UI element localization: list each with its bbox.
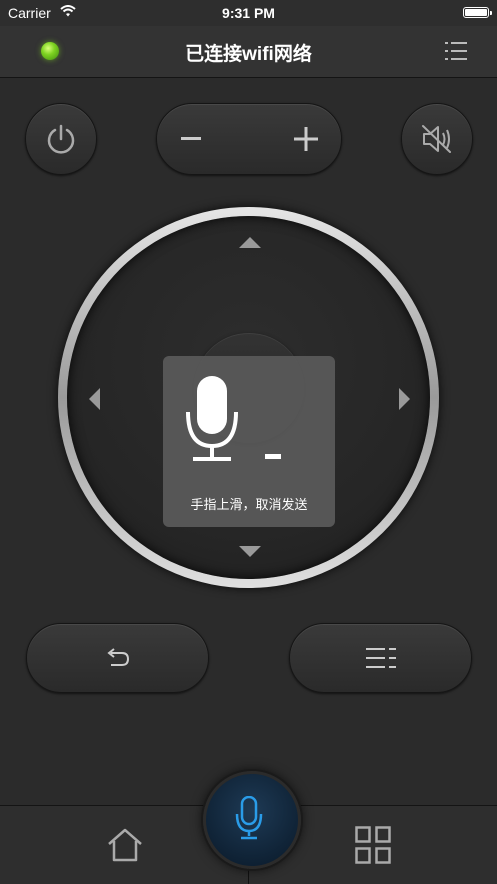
- clock: 9:31 PM: [222, 5, 275, 21]
- back-button[interactable]: [26, 623, 209, 693]
- triangle-down-icon: [239, 546, 261, 557]
- minus-icon: [181, 137, 201, 140]
- plus-icon: [294, 127, 318, 151]
- list-menu-icon: [366, 648, 396, 668]
- volume-down-button[interactable]: [157, 104, 249, 174]
- tab-apps[interactable]: [338, 816, 408, 876]
- triangle-right-icon: [399, 388, 410, 410]
- status-bar: Carrier 9:31 PM: [0, 0, 497, 26]
- mute-button[interactable]: [401, 103, 473, 175]
- dpad-up-button[interactable]: [236, 232, 264, 252]
- power-button[interactable]: [25, 103, 97, 175]
- voice-input-button[interactable]: [203, 771, 301, 869]
- volume-control: [156, 103, 342, 175]
- dpad-left-button[interactable]: [84, 385, 104, 413]
- dpad-down-button[interactable]: [236, 542, 264, 562]
- options-button[interactable]: [289, 623, 472, 693]
- volume-up-button[interactable]: [249, 104, 341, 174]
- grid-icon: [355, 826, 391, 864]
- list-menu-icon[interactable]: [445, 40, 467, 62]
- battery-icon: [463, 7, 492, 18]
- voice-input-overlay: 手指上滑，取消发送: [163, 356, 335, 527]
- microphone-icon: [235, 796, 263, 840]
- voice-cancel-hint: 手指上滑，取消发送: [190, 497, 308, 512]
- power-icon: [47, 124, 75, 154]
- back-arrow-icon: [107, 648, 130, 666]
- triangle-up-icon: [239, 237, 261, 248]
- nav-bar: 已连接wifi网络: [0, 26, 497, 78]
- home-icon: [108, 828, 142, 862]
- mute-icon: [422, 125, 451, 153]
- triangle-left-icon: [89, 388, 100, 410]
- dpad-right-button[interactable]: [395, 385, 415, 413]
- microphone-icon: [186, 376, 238, 461]
- voice-level-indicator: [265, 454, 281, 459]
- page-title: 已连接wifi网络: [185, 44, 312, 65]
- tab-home[interactable]: [90, 816, 160, 876]
